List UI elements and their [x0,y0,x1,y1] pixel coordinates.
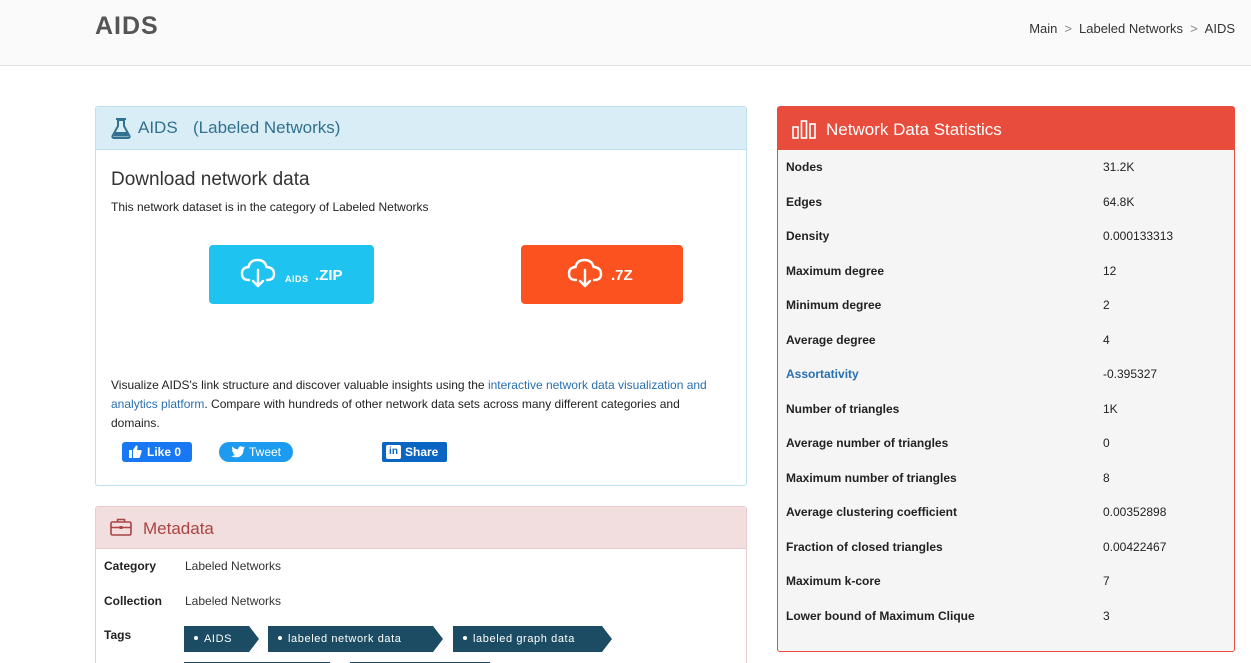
zip-format-label: .ZIP [315,267,343,284]
breadcrumb-main[interactable]: Main [1029,21,1057,36]
stat-row-closed-triangles: Fraction of closed triangles 0.00422467 [778,530,1234,564]
network-statistics-panel: Network Data Statistics Nodes 31.2K Edges… [777,106,1235,652]
dataset-category: (Labeled Networks) [193,118,341,137]
stat-label: Nodes [786,160,823,174]
cloud-download-icon [240,258,276,288]
stat-label: Maximum degree [786,263,885,278]
stat-value: 8 [1103,470,1110,485]
stat-row-max-clique: Lower bound of Maximum Clique 3 [778,599,1234,633]
metadata-value: Labeled Networks [185,559,282,573]
top-header: AIDS Main > Labeled Networks > AIDS [0,0,1251,66]
7z-format-label: .7Z [611,267,633,284]
stat-row-avg-degree: Average degree 4 [778,323,1234,357]
visualize-text-start: Visualize AIDS's link structure and disc… [111,378,488,392]
stat-label: Fraction of closed triangles [786,539,943,554]
stat-label: Average degree [786,332,876,347]
stat-row-assortativity: Assortativity -0.395327 [778,357,1234,391]
stat-row-max-degree: Maximum degree 12 [778,254,1234,288]
tag-dot-icon [463,636,467,641]
download-zip-button[interactable]: AIDS .ZIP [209,245,374,304]
zip-dataset-label: AIDS [285,274,309,284]
tag-label: labeled network data [288,633,402,645]
metadata-value: Labeled Networks [185,594,282,608]
tweet-label: Tweet [249,445,282,459]
download-panel: AIDS (Labeled Networks) Download network… [95,106,747,486]
stat-value: 2 [1103,298,1110,312]
statistics-title: Network Data Statistics [826,120,1002,139]
download-panel-header: AIDS (Labeled Networks) [96,107,746,150]
stat-value: 0.00422467 [1103,539,1167,554]
stat-row-nodes: Nodes 31.2K [778,150,1234,184]
stat-label: Maximum k-core [786,574,881,588]
stat-value: 3 [1103,608,1110,623]
breadcrumb-labeled-networks[interactable]: Labeled Networks [1079,21,1183,36]
stat-row-max-kcore: Maximum k-core 7 [778,564,1234,598]
flask-icon [111,118,131,139]
stat-value: 7 [1103,574,1110,588]
stat-value: 1K [1103,401,1118,416]
briefcase-icon [110,518,132,536]
stat-value: 0.00352898 [1103,505,1167,519]
stat-label: Minimum degree [786,298,882,312]
stat-label: Edges [786,194,823,209]
metadata-title: Metadata [143,519,214,538]
visualize-description: Visualize AIDS's link structure and disc… [111,376,731,433]
dataset-name: AIDS [138,118,178,137]
tweet-button[interactable]: Tweet [219,442,293,462]
bar-chart-icon [792,120,816,139]
stat-label: Average number of triangles [786,436,949,450]
twitter-bird-icon [231,446,245,458]
stat-row-avg-triangles: Average number of triangles 0 [778,426,1234,460]
stat-row-avg-clustering: Average clustering coefficient 0.00352898 [778,495,1234,529]
stat-value: -0.395327 [1103,367,1158,381]
stat-row-density: Density 0.000133313 [778,219,1234,253]
tags-label: Tags [104,628,132,642]
tag-dot-icon [278,636,282,641]
share-label: Share [405,445,439,459]
breadcrumb-separator: > [1190,21,1198,36]
stat-value: 12 [1103,263,1117,278]
stat-row-triangles: Number of triangles 1K [778,392,1234,426]
stat-row-edges: Edges 64.8K [778,185,1234,219]
stat-value: 64.8K [1103,194,1135,209]
tag-label: labeled graph data [473,633,575,645]
stat-value: 31.2K [1103,160,1135,174]
stat-row-min-degree: Minimum degree 2 [778,288,1234,322]
metadata-key: Category [104,559,157,573]
download-7z-button[interactable]: .7Z [521,245,683,304]
cloud-download-icon [567,258,603,288]
stat-label: Lower bound of Maximum Clique [786,608,975,623]
statistics-panel-header: Network Data Statistics [778,107,1234,150]
metadata-panel-header: Metadata [96,507,746,549]
tag-dot-icon [194,636,198,641]
stat-row-max-triangles: Maximum number of triangles 8 [778,461,1234,495]
linkedin-share-button[interactable]: in Share [382,442,447,462]
facebook-like-button[interactable]: Like 0 [122,442,192,462]
stat-value: 0 [1103,436,1110,450]
tag-label: AIDS [204,633,233,645]
linkedin-icon: in [386,445,401,459]
thumbs-up-icon [129,445,142,458]
tag-labeled-graph-data[interactable]: labeled graph data [453,626,612,652]
stat-label: Maximum number of triangles [786,470,957,485]
breadcrumb-separator: > [1064,21,1072,36]
download-description: This network dataset is in the category … [111,200,429,214]
stat-value: 4 [1103,332,1110,347]
stat-label: Average clustering coefficient [786,505,957,519]
tag-aids[interactable]: AIDS [184,626,259,652]
like-label: Like 0 [147,445,182,459]
breadcrumb: Main > Labeled Networks > AIDS [1029,21,1235,36]
stat-value: 0.000133313 [1103,229,1174,243]
breadcrumb-current: AIDS [1204,21,1235,36]
stat-label: Density [786,229,830,243]
tag-labeled-network-data[interactable]: labeled network data [268,626,443,652]
stat-label: Number of triangles [786,401,900,416]
page-title: AIDS [95,12,159,40]
download-heading: Download network data [111,169,310,190]
metadata-panel: Metadata Category Labeled Networks Colle… [95,506,747,663]
metadata-key: Collection [104,594,163,608]
assortativity-link[interactable]: Assortativity [786,367,859,381]
